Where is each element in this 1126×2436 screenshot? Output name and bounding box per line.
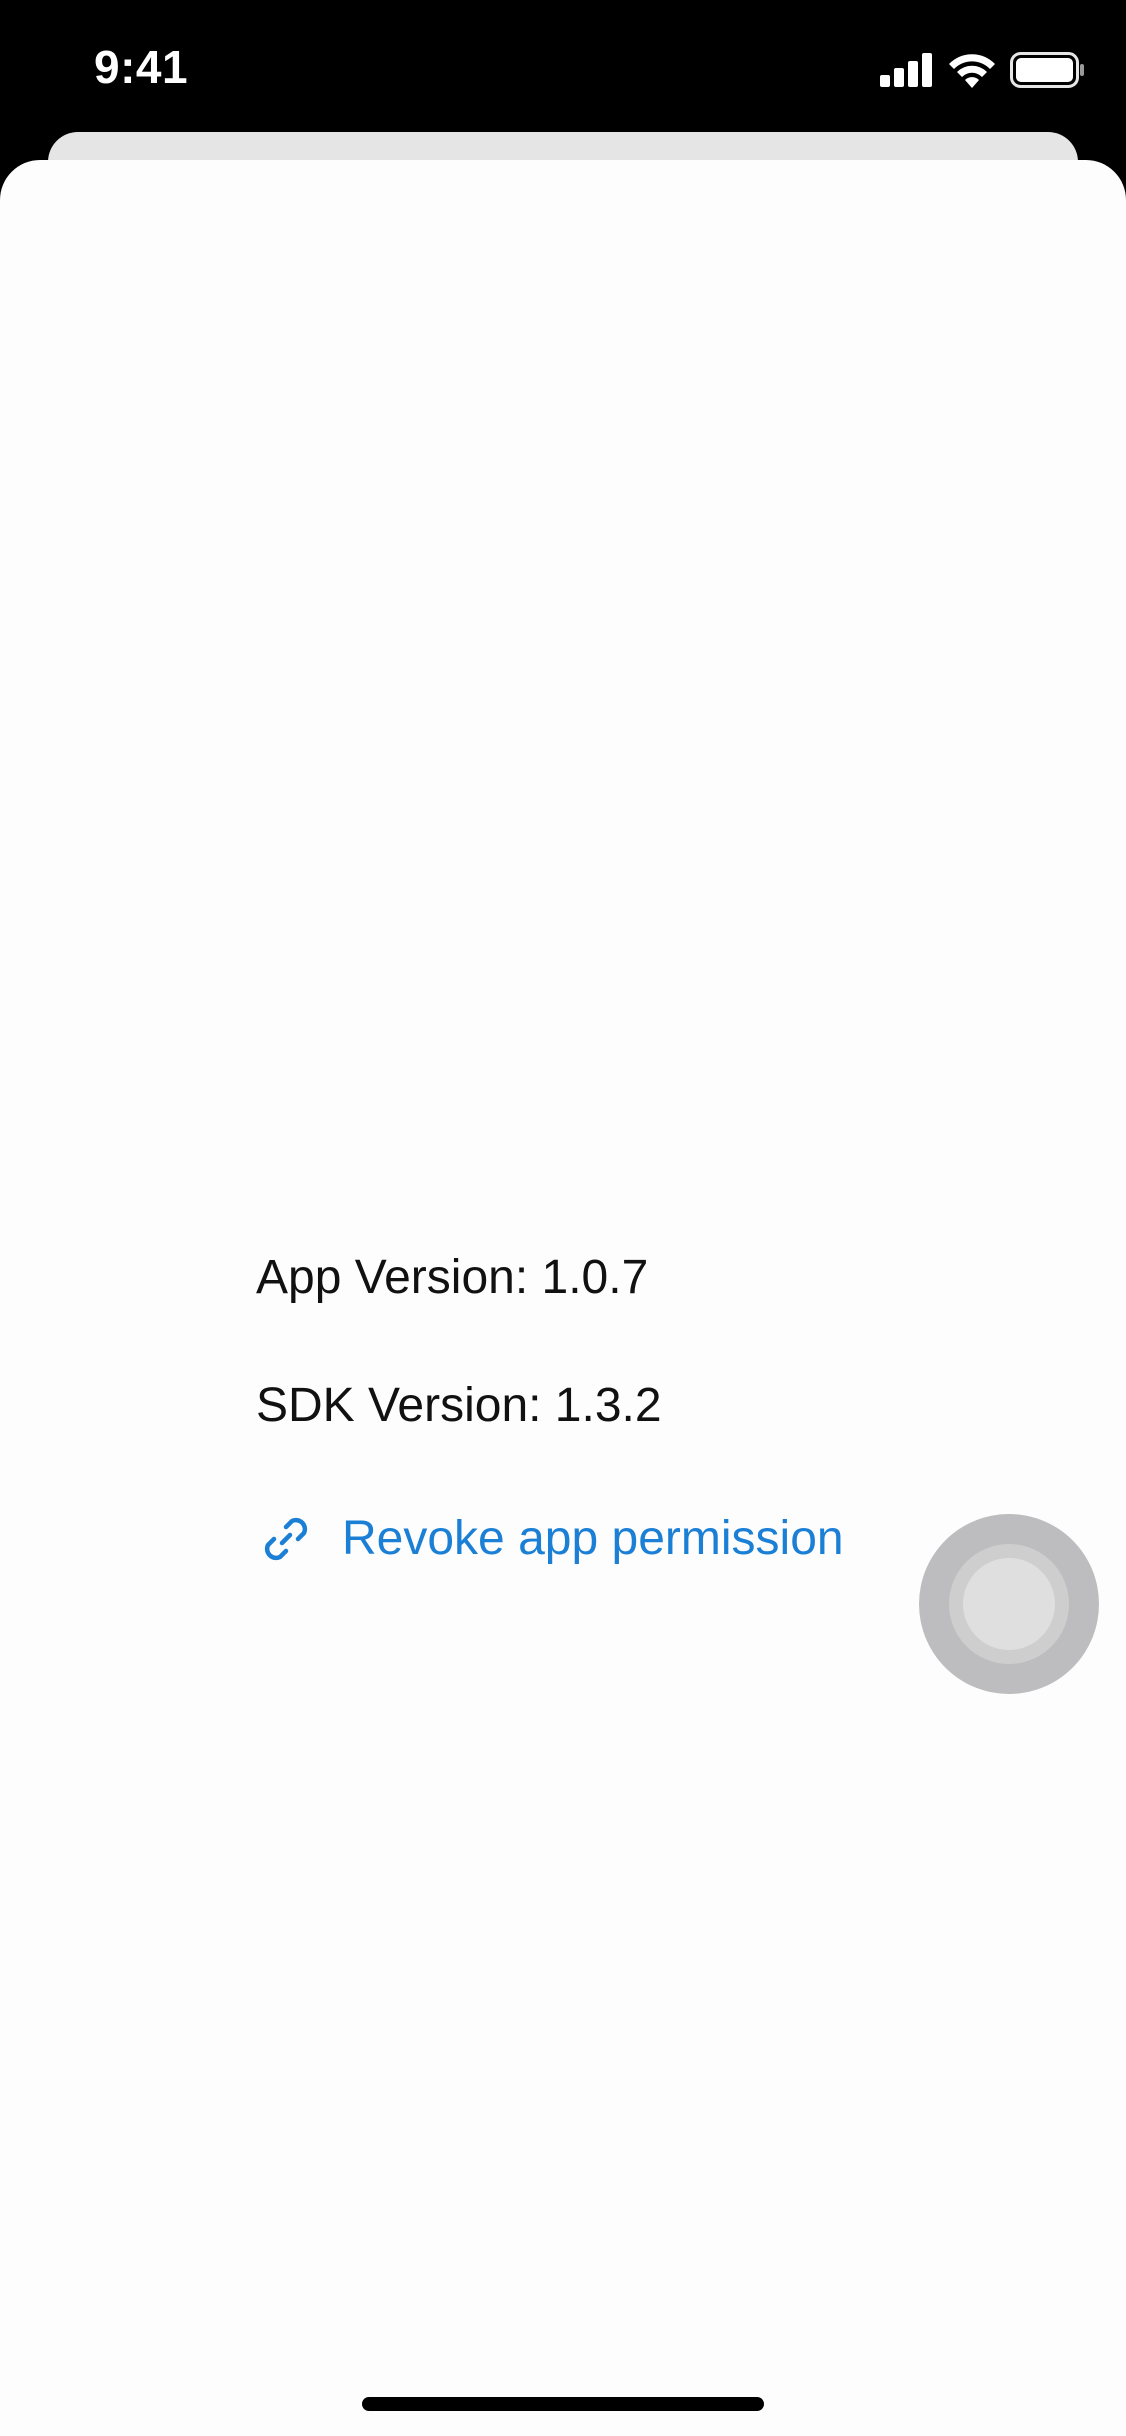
assistive-touch-center — [963, 1558, 1055, 1650]
battery-icon — [1010, 52, 1086, 88]
revoke-permission-link[interactable]: Revoke app permission — [256, 1504, 844, 1574]
revoke-permission-label: Revoke app permission — [342, 1512, 844, 1565]
app-version-label: App Version: 1.0.7 — [256, 1251, 649, 1304]
home-indicator[interactable] — [362, 2397, 764, 2411]
screen: 9:41 App Version: 1.0.7 SDK Version: 1.3… — [0, 0, 1126, 2436]
sdk-version-label: SDK Version: 1.3.2 — [256, 1379, 662, 1432]
signal-icon — [880, 53, 934, 87]
assistive-touch-button[interactable] — [919, 1514, 1099, 1694]
status-time: 9:41 — [94, 41, 189, 93]
status-icons — [880, 50, 1086, 90]
settings-sheet: App Version: 1.0.7 SDK Version: 1.3.2 Re… — [0, 160, 1126, 2436]
status-bar: 9:41 — [0, 0, 1126, 132]
wifi-icon — [948, 52, 996, 88]
link-icon — [264, 1517, 308, 1561]
